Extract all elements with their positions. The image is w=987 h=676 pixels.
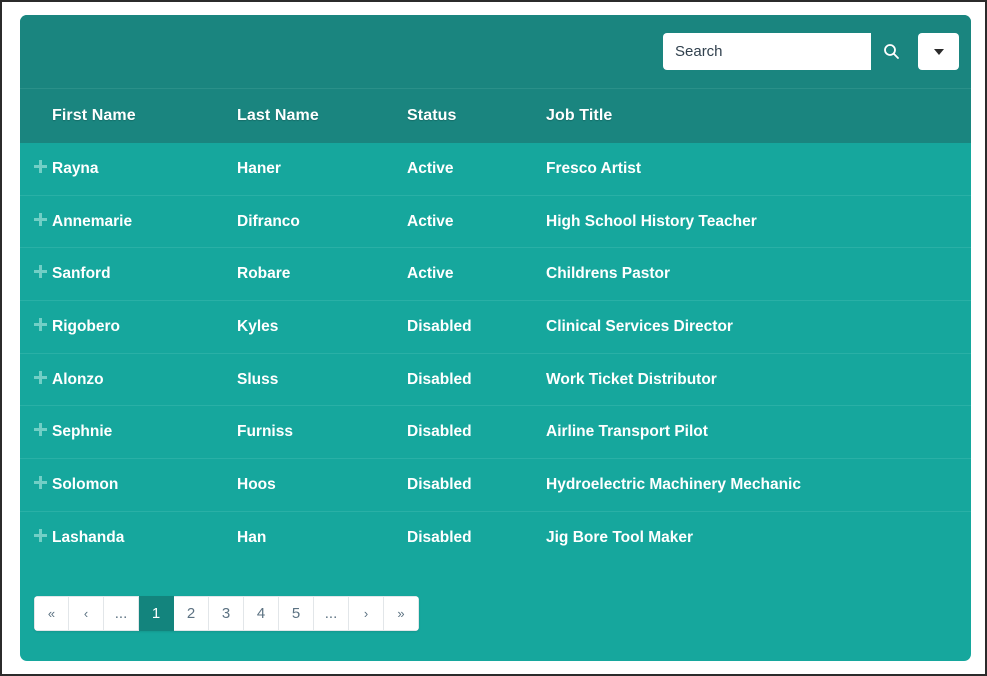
chevron-down-icon <box>933 48 944 55</box>
cell-job-title: Hydroelectric Machinery Mechanic <box>546 475 801 493</box>
search-options-button[interactable] <box>918 33 959 70</box>
search-icon <box>883 43 900 60</box>
cell-status: Active <box>407 212 454 230</box>
plus-icon <box>34 370 47 384</box>
search-button[interactable] <box>871 33 912 70</box>
pagination-page-5[interactable]: 5 <box>279 595 314 631</box>
row-expand-toggle[interactable] <box>20 159 52 178</box>
cell-job-title: Airline Transport Pilot <box>546 423 708 441</box>
row-expand-toggle[interactable] <box>20 528 52 547</box>
cell-job-title: Childrens Pastor <box>546 265 671 283</box>
cell-last-name: Haner <box>237 159 281 177</box>
cell-first-name: Solomon <box>52 475 119 493</box>
row-expand-toggle[interactable] <box>20 475 52 494</box>
table-body: Rayna Haner Active Fresco Artist Annemar… <box>20 143 971 564</box>
table-row[interactable]: Annemarie Difranco Active High School Hi… <box>20 194 971 248</box>
cell-first-name: Annemarie <box>52 212 133 230</box>
cell-status: Active <box>407 159 454 177</box>
cell-job-title: Clinical Services Director <box>546 317 733 335</box>
cell-last-name: Furniss <box>237 423 293 441</box>
cell-first-name: Sanford <box>52 265 111 283</box>
pagination-page-4[interactable]: 4 <box>244 595 279 631</box>
table-toolbar <box>20 15 971 88</box>
cell-last-name: Hoos <box>237 475 276 493</box>
table-row[interactable]: Sanford Robare Active Childrens Pastor <box>20 247 971 301</box>
column-header-job-title[interactable]: Job Title <box>546 107 971 125</box>
table-row[interactable]: Sephnie Furniss Disabled Airline Transpo… <box>20 405 971 459</box>
table-row[interactable]: Rigobero Kyles Disabled Clinical Service… <box>20 300 971 353</box>
table-row[interactable]: Alonzo Sluss Disabled Work Ticket Distri… <box>20 352 971 406</box>
plus-icon <box>34 265 47 279</box>
pagination-ellipsis-start[interactable]: ... <box>104 595 139 631</box>
cell-status: Disabled <box>407 423 472 441</box>
cell-job-title: Jig Bore Tool Maker <box>546 528 693 546</box>
table-row[interactable]: Solomon Hoos Disabled Hydroelectric Mach… <box>20 458 971 511</box>
pagination-ellipsis-end[interactable]: ... <box>314 595 349 631</box>
cell-last-name: Kyles <box>237 317 279 335</box>
cell-status: Active <box>407 265 454 283</box>
search-group <box>663 33 959 70</box>
cell-job-title: Fresco Artist <box>546 159 642 177</box>
cell-status: Disabled <box>407 370 472 388</box>
row-expand-toggle[interactable] <box>20 370 52 389</box>
page-frame: First Name Last Name Status Job Title Ra… <box>0 0 987 676</box>
data-table-panel: First Name Last Name Status Job Title Ra… <box>20 15 971 661</box>
cell-last-name: Sluss <box>237 370 279 388</box>
pagination-last[interactable]: » <box>384 595 419 631</box>
plus-icon <box>34 317 47 331</box>
cell-status: Disabled <box>407 475 472 493</box>
plus-icon <box>34 423 47 437</box>
cell-last-name: Difranco <box>237 212 300 230</box>
pagination-next[interactable]: › <box>349 595 384 631</box>
plus-icon <box>34 159 47 173</box>
column-header-first-name[interactable]: First Name <box>52 107 237 125</box>
cell-last-name: Robare <box>237 265 291 283</box>
plus-icon <box>34 528 47 542</box>
cell-status: Disabled <box>407 317 472 335</box>
pagination: « ‹ ... 1 2 3 4 5 ... › » <box>34 595 419 631</box>
cell-first-name: Rayna <box>52 159 99 177</box>
pagination-page-2[interactable]: 2 <box>174 595 209 631</box>
pagination-page-3[interactable]: 3 <box>209 595 244 631</box>
pagination-first[interactable]: « <box>34 595 69 631</box>
pagination-container: « ‹ ... 1 2 3 4 5 ... › » <box>20 564 971 631</box>
pagination-previous[interactable]: ‹ <box>69 595 104 631</box>
cell-last-name: Han <box>237 528 267 546</box>
pagination-page-1[interactable]: 1 <box>139 595 174 631</box>
cell-job-title: High School History Teacher <box>546 212 757 230</box>
plus-icon <box>34 212 47 226</box>
cell-first-name: Sephnie <box>52 423 113 441</box>
row-expand-toggle[interactable] <box>20 423 52 441</box>
row-expand-toggle[interactable] <box>20 265 52 283</box>
table-row[interactable]: Lashanda Han Disabled Jig Bore Tool Make… <box>20 510 971 564</box>
table-header-row: First Name Last Name Status Job Title <box>20 88 971 143</box>
column-header-last-name[interactable]: Last Name <box>237 107 407 125</box>
plus-icon <box>34 475 47 489</box>
cell-first-name: Alonzo <box>52 370 104 388</box>
search-input[interactable] <box>663 33 871 70</box>
row-expand-toggle[interactable] <box>20 212 52 231</box>
column-header-status[interactable]: Status <box>407 107 546 125</box>
cell-first-name: Lashanda <box>52 528 125 546</box>
table-row[interactable]: Rayna Haner Active Fresco Artist <box>20 143 971 195</box>
row-expand-toggle[interactable] <box>20 317 52 336</box>
cell-first-name: Rigobero <box>52 317 121 335</box>
cell-status: Disabled <box>407 528 472 546</box>
cell-job-title: Work Ticket Distributor <box>546 370 717 388</box>
